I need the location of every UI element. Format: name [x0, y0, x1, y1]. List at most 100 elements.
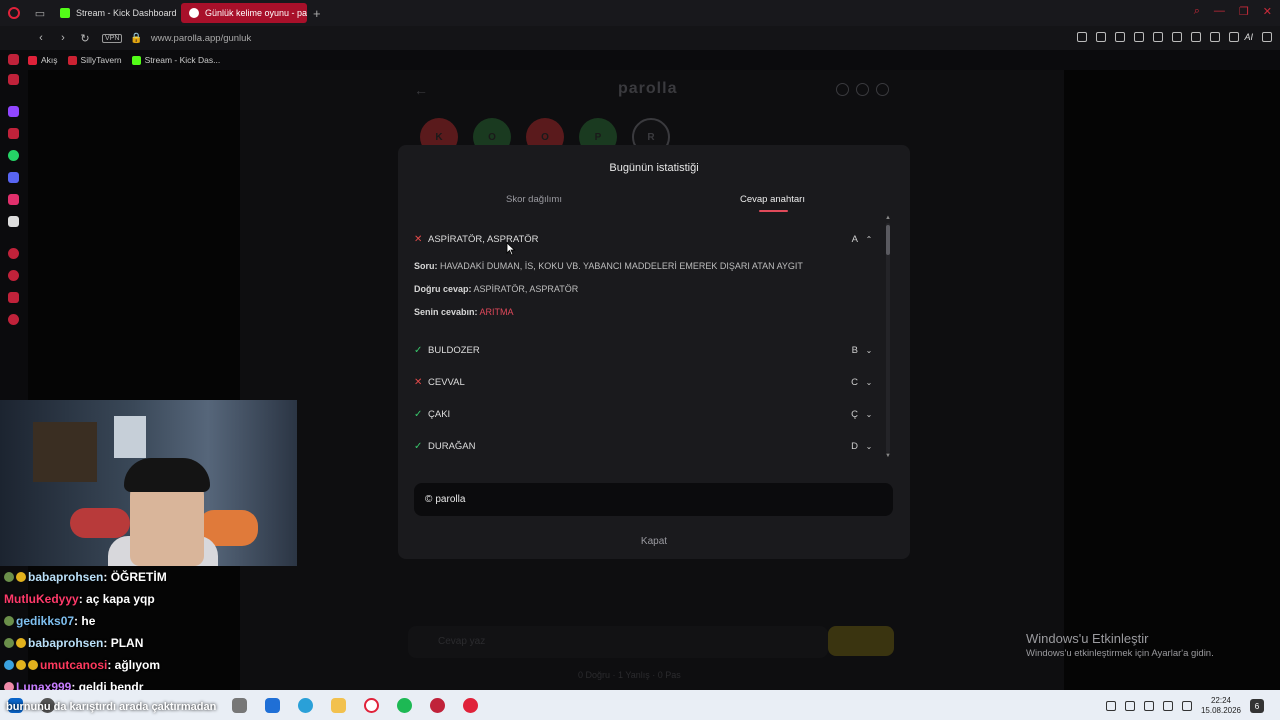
chat-message: babaprohsen : ÖĞRETİM — [4, 566, 294, 588]
chevron-down-icon[interactable]: ⌄ — [864, 345, 874, 355]
extensions-sidebar-icon[interactable] — [8, 292, 19, 303]
notification-icon[interactable]: 6 — [1250, 699, 1264, 713]
chevron-down-icon[interactable]: ⌄ — [864, 409, 874, 419]
explorer-icon[interactable] — [331, 698, 346, 713]
tray-chevron-icon[interactable] — [1105, 701, 1116, 711]
wrong-icon: ✕ — [414, 233, 423, 245]
url-field[interactable]: www.parolla.app/gunluk — [151, 33, 251, 44]
close-window-button[interactable]: ✕ — [1263, 5, 1272, 18]
sidebar-ai-icon[interactable] — [8, 54, 19, 65]
extensions-icon[interactable] — [1172, 32, 1183, 42]
player-icon[interactable] — [1134, 32, 1145, 42]
answer-word: ÇAKI — [428, 408, 451, 420]
system-tray: 22:24 15.08.2026 6 — [1105, 696, 1264, 716]
chevron-down-icon[interactable]: ⌄ — [864, 441, 874, 451]
edge-icon[interactable] — [298, 698, 313, 713]
history-icon[interactable] — [8, 270, 19, 281]
chat-username: umutcanosi — [40, 658, 108, 672]
page-back-icon[interactable]: ← — [414, 82, 428, 98]
maximize-button[interactable]: ❐ — [1239, 5, 1249, 18]
clock[interactable]: 22:24 15.08.2026 — [1201, 696, 1241, 716]
back-button[interactable]: ‹ — [32, 32, 50, 44]
display-icon[interactable] — [1181, 701, 1192, 711]
scroll-thumb[interactable] — [886, 225, 890, 255]
forward-button[interactable]: › — [54, 32, 72, 44]
chat-text: : he — [74, 614, 96, 628]
chevron-down-icon[interactable]: ⌄ — [864, 377, 874, 387]
brand-label: parolla — [435, 494, 466, 505]
search-tabs-icon[interactable]: ⌕ — [1194, 5, 1200, 18]
answer-letter: B — [851, 344, 858, 356]
tab-answer-key[interactable]: Cevap anahtarı — [740, 194, 805, 205]
page-title: parolla — [618, 80, 678, 97]
answer-letter: Ç — [851, 408, 858, 420]
minimize-button[interactable]: — — [1214, 5, 1225, 18]
list-scrollbar[interactable]: ▲ ▼ — [885, 215, 891, 461]
stream-overlay-text: burnunu da karıştırdı arada çaktırmadan — [6, 701, 217, 713]
close-button[interactable]: Kapat — [398, 536, 910, 547]
answer-row[interactable]: ✓ ÇAKI Ç ⌄ — [414, 405, 874, 423]
answer-word: DURAĞAN — [428, 440, 476, 452]
volume-icon[interactable] — [1143, 701, 1154, 711]
sidebar-percent-icon[interactable] — [8, 128, 19, 139]
instagram-icon[interactable] — [8, 194, 19, 205]
pin-icon[interactable] — [1077, 32, 1088, 42]
profile-icon[interactable] — [1191, 32, 1202, 42]
new-tab-button[interactable]: + — [313, 6, 321, 21]
answer-row[interactable]: ✓ BULDOZER B ⌄ — [414, 341, 874, 359]
answer-input[interactable]: Cevap yaz — [408, 626, 828, 658]
answer-word: CEVVAL — [428, 376, 465, 388]
chat-overlay: babaprohsen : ÖĞRETİM MutluKedyyy : aç k… — [4, 566, 294, 698]
bookmark-kick[interactable]: Stream - Kick Das... — [131, 55, 221, 65]
snapshot-icon[interactable] — [1096, 32, 1107, 42]
opera-menu-icon[interactable] — [0, 0, 28, 26]
menu-icon[interactable] — [1262, 32, 1272, 42]
info-icon[interactable] — [836, 83, 849, 96]
task-view-icon[interactable] — [232, 698, 247, 713]
chevron-up-icon[interactable]: ⌃ — [864, 234, 874, 244]
tab-score-distribution[interactable]: Skor dağılımı — [506, 194, 562, 205]
scroll-track[interactable] — [886, 223, 890, 453]
obs-icon[interactable] — [463, 698, 478, 713]
player-sidebar-icon[interactable] — [8, 248, 19, 259]
discord-icon[interactable] — [8, 172, 19, 183]
bookmark-sillytavern[interactable]: SillyTavern — [67, 55, 122, 65]
tab-parolla[interactable]: Günlük kelime oyunu - parolla — [181, 3, 307, 23]
download-icon[interactable] — [1210, 32, 1221, 42]
settings-icon[interactable] — [8, 314, 19, 325]
twitch-icon[interactable] — [8, 106, 19, 117]
aria-icon[interactable] — [1229, 32, 1240, 42]
bookmark-label: Stream - Kick Das... — [144, 55, 221, 65]
tab-kick-dashboard[interactable]: Stream - Kick Dashboard — [52, 3, 177, 23]
ai-label[interactable]: AI — [1244, 32, 1253, 42]
reload-button[interactable]: ↻ — [76, 32, 94, 45]
lock-icon[interactable]: 🔒 — [130, 33, 142, 44]
tab-islands-icon[interactable]: ▭ — [28, 0, 52, 26]
stats-icon[interactable] — [856, 83, 869, 96]
submit-button[interactable] — [828, 626, 894, 656]
sillytavern-icon — [67, 55, 77, 65]
scroll-down-icon[interactable]: ▼ — [885, 453, 891, 459]
network-icon[interactable] — [1124, 701, 1135, 711]
user-icon[interactable] — [876, 83, 889, 96]
sidebar-messenger-icon[interactable] — [8, 74, 19, 85]
badge-icon — [16, 638, 26, 648]
answer-row[interactable]: ✓ DURAĞAN D ⌄ — [414, 437, 874, 455]
language-icon[interactable] — [1162, 701, 1173, 711]
heart-icon[interactable] — [1153, 32, 1164, 42]
x-icon[interactable] — [8, 216, 19, 227]
shield-icon[interactable] — [1115, 32, 1126, 42]
vpn-badge[interactable]: VPN — [102, 33, 123, 43]
chat-message: MutluKedyyy : aç kapa yqp — [4, 588, 294, 610]
scroll-up-icon[interactable]: ▲ — [885, 215, 891, 221]
chat-username: gedikks07 — [16, 614, 75, 628]
store-icon[interactable] — [265, 698, 280, 713]
app-icon[interactable] — [430, 698, 445, 713]
answer-row-expanded[interactable]: ✕ ASPİRATÖR, ASPRATÖR A ⌃ — [414, 230, 874, 248]
bookmark-akis[interactable]: Akış — [28, 55, 58, 65]
whatsapp-icon[interactable] — [8, 150, 19, 161]
question-text: HAVADAKİ DUMAN, İS, KOKU VB. YABANCI MAD… — [440, 261, 803, 271]
spotify-icon[interactable] — [397, 698, 412, 713]
answer-row[interactable]: ✕ CEVVAL C ⌄ — [414, 373, 874, 391]
opera-taskbar-icon[interactable] — [364, 698, 379, 713]
